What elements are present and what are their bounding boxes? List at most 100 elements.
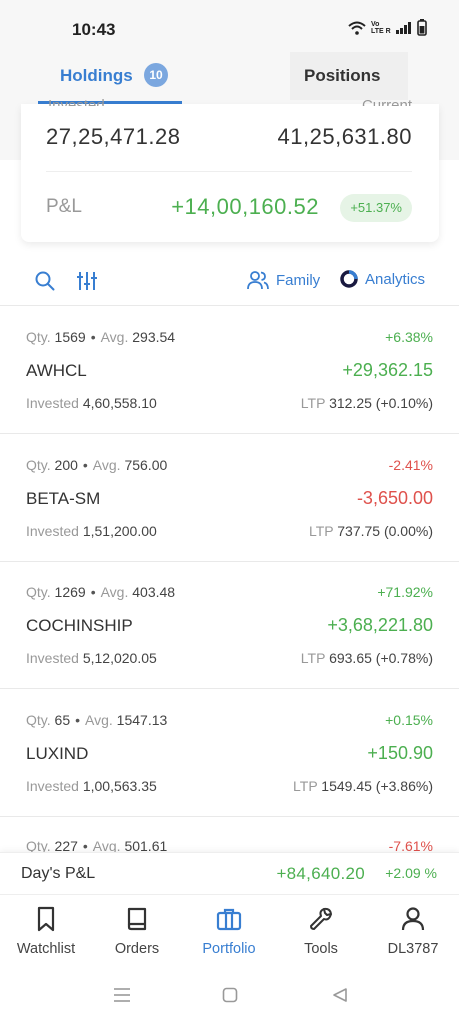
holding-row[interactable]: Qty. 1569 • Avg. 293.54 +6.38% AWHCL +29,362.… <box>0 307 459 434</box>
status-icons: Vo LTE R <box>348 19 427 36</box>
holding-invested-value: 4,60,558.10 <box>82 395 157 411</box>
portfolio-summary-card[interactable]: Invested Current 27,25,471.28 41,25,631.… <box>21 97 439 242</box>
qty-label: Qty. <box>26 711 51 728</box>
days-pnl-value: +84,640.20 <box>276 864 365 883</box>
nav-watchlist[interactable]: Watchlist <box>0 895 92 971</box>
separator-dot: • <box>82 838 88 852</box>
holding-qty: 227 <box>54 838 78 852</box>
holding-symbol: LUXIND <box>26 743 89 763</box>
holding-pnl-percent: +6.38% <box>385 329 433 345</box>
holding-pnl: +150.90 <box>367 742 433 763</box>
nav-portfolio[interactable]: Portfolio <box>183 895 275 971</box>
holding-avg: 403.48 <box>132 584 176 600</box>
ltp-label: LTP <box>300 395 326 411</box>
holding-ltp-change: (+0.78%) <box>375 650 433 666</box>
holding-avg: 756.00 <box>124 456 168 473</box>
nav-tools-label: Tools <box>304 941 338 957</box>
qty-label: Qty. <box>26 329 51 345</box>
family-users-icon <box>247 271 269 290</box>
back-icon[interactable] <box>332 987 348 1003</box>
bookmark-icon <box>37 906 55 932</box>
analytics-icon <box>340 270 358 288</box>
holding-invested: Invested 1,51,200.00 <box>26 523 157 539</box>
home-icon[interactable] <box>222 987 238 1003</box>
invested-label: Invested <box>26 395 79 411</box>
total-current-value: 41,25,631.80 <box>277 124 412 149</box>
holdings-count-badge: 10 <box>144 63 168 87</box>
holding-pnl: -3,650.00 <box>356 487 433 508</box>
analytics-button[interactable]: Analytics <box>339 269 425 289</box>
wifi-icon <box>348 21 366 35</box>
holding-qty: 65 <box>54 711 71 728</box>
holding-invested: Invested 5,12,020.05 <box>26 650 157 666</box>
holding-ltp-value: 312.25 <box>329 395 372 411</box>
holding-ltp: LTP 1549.45 (+3.86%) <box>293 778 433 794</box>
invested-label: Invested <box>26 650 79 666</box>
status-bar: 10:43 Vo LTE R <box>0 0 459 52</box>
list-item[interactable]: Qty. 227 • Avg. 501.61 -7.61% <box>0 816 459 852</box>
holding-avg: 293.54 <box>132 329 176 345</box>
analytics-label: Analytics <box>365 270 426 288</box>
holding-invested-value: 1,51,200.00 <box>82 522 157 539</box>
summary-divider <box>46 171 412 172</box>
holding-meta: Qty. 65 • Avg. 1547.13 <box>26 712 167 728</box>
filter-sliders-icon[interactable] <box>76 270 98 292</box>
holding-pnl: +3,68,221.80 <box>327 615 433 635</box>
holding-avg: 501.61 <box>124 838 168 852</box>
bottom-navigation: Watchlist Orders Portfolio Tools DL3787 <box>0 894 459 970</box>
total-invested-value: 27,25,471.28 <box>46 124 181 149</box>
holding-symbol: AWHCL <box>26 361 87 380</box>
tab-positions[interactable]: Positions <box>290 52 408 100</box>
family-button[interactable]: Family <box>246 269 320 291</box>
total-pnl-percent-badge: +51.37% <box>340 194 412 222</box>
nav-profile[interactable]: DL3787 <box>367 895 459 971</box>
holding-ltp-change: (+3.86%) <box>375 777 433 794</box>
avg-label: Avg. <box>100 329 129 345</box>
holding-pnl-percent: -7.61% <box>388 838 433 852</box>
holding-invested: Invested 4,60,558.10 <box>26 395 157 411</box>
avg-label: Avg. <box>92 456 121 473</box>
avg-label: Avg. <box>100 584 129 600</box>
avg-label: Avg. <box>92 838 121 852</box>
days-pnl-bar[interactable]: Day's P&L +84,640.20 +2.09 % <box>0 852 459 894</box>
briefcase-icon <box>216 908 242 931</box>
holding-symbol: BETA-SM <box>26 488 101 508</box>
nav-portfolio-label: Portfolio <box>202 941 256 957</box>
nav-orders[interactable]: Orders <box>91 895 183 971</box>
pnl-label: P&L <box>46 196 82 217</box>
separator-dot: • <box>82 456 88 473</box>
holding-qty: 1569 <box>54 329 86 345</box>
holding-ltp-value: 693.65 <box>329 650 372 666</box>
nav-tools[interactable]: Tools <box>275 895 367 971</box>
holding-meta: Qty. 1269 • Avg. 403.48 <box>26 584 175 600</box>
separator-dot: • <box>90 329 96 345</box>
invested-label: Invested <box>26 777 79 794</box>
system-navigation-bar <box>0 970 459 1024</box>
ltp-label: LTP <box>300 650 326 666</box>
holding-ltp-value: 737.75 <box>337 522 381 539</box>
battery-icon <box>417 19 427 36</box>
holding-pnl-percent: +71.92% <box>377 584 433 600</box>
holding-meta: Qty. 200 • Avg. 756.00 <box>26 457 167 473</box>
holding-row[interactable]: Qty. 200 • Avg. 756.00 -2.41% BETA-SM -3,650.… <box>0 435 459 562</box>
holding-meta: Qty. 227 • Avg. 501.61 <box>26 838 167 852</box>
ltp-label: LTP <box>293 777 318 794</box>
search-icon[interactable] <box>34 270 56 292</box>
holding-ltp: LTP 312.25 (+0.10%) <box>301 395 433 411</box>
menu-icon[interactable] <box>113 987 131 1003</box>
holding-qty: 200 <box>54 456 78 473</box>
wrench-icon <box>310 907 332 930</box>
status-time: 10:43 <box>72 20 116 39</box>
invested-label: Invested <box>48 97 105 106</box>
holding-invested: Invested 1,00,563.35 <box>26 778 157 794</box>
nav-watchlist-label: Watchlist <box>16 941 76 957</box>
holding-row[interactable]: Qty. 1269 • Avg. 403.48 +71.92% COCHINSHIP +3… <box>0 562 459 689</box>
user-icon <box>401 907 425 931</box>
holdings-toolbar: Family Analytics <box>0 258 459 306</box>
nav-profile-label: DL3787 <box>387 941 439 957</box>
invested-label: Invested <box>26 522 79 539</box>
holding-pnl: +29,362.15 <box>342 360 433 380</box>
holding-ltp-change: (+0.10%) <box>375 395 433 411</box>
volte-label: Vo LTE R <box>371 20 391 35</box>
holding-row[interactable]: Qty. 65 • Avg. 1547.13 +0.15% LUXIND +150.90 I… <box>0 690 459 817</box>
